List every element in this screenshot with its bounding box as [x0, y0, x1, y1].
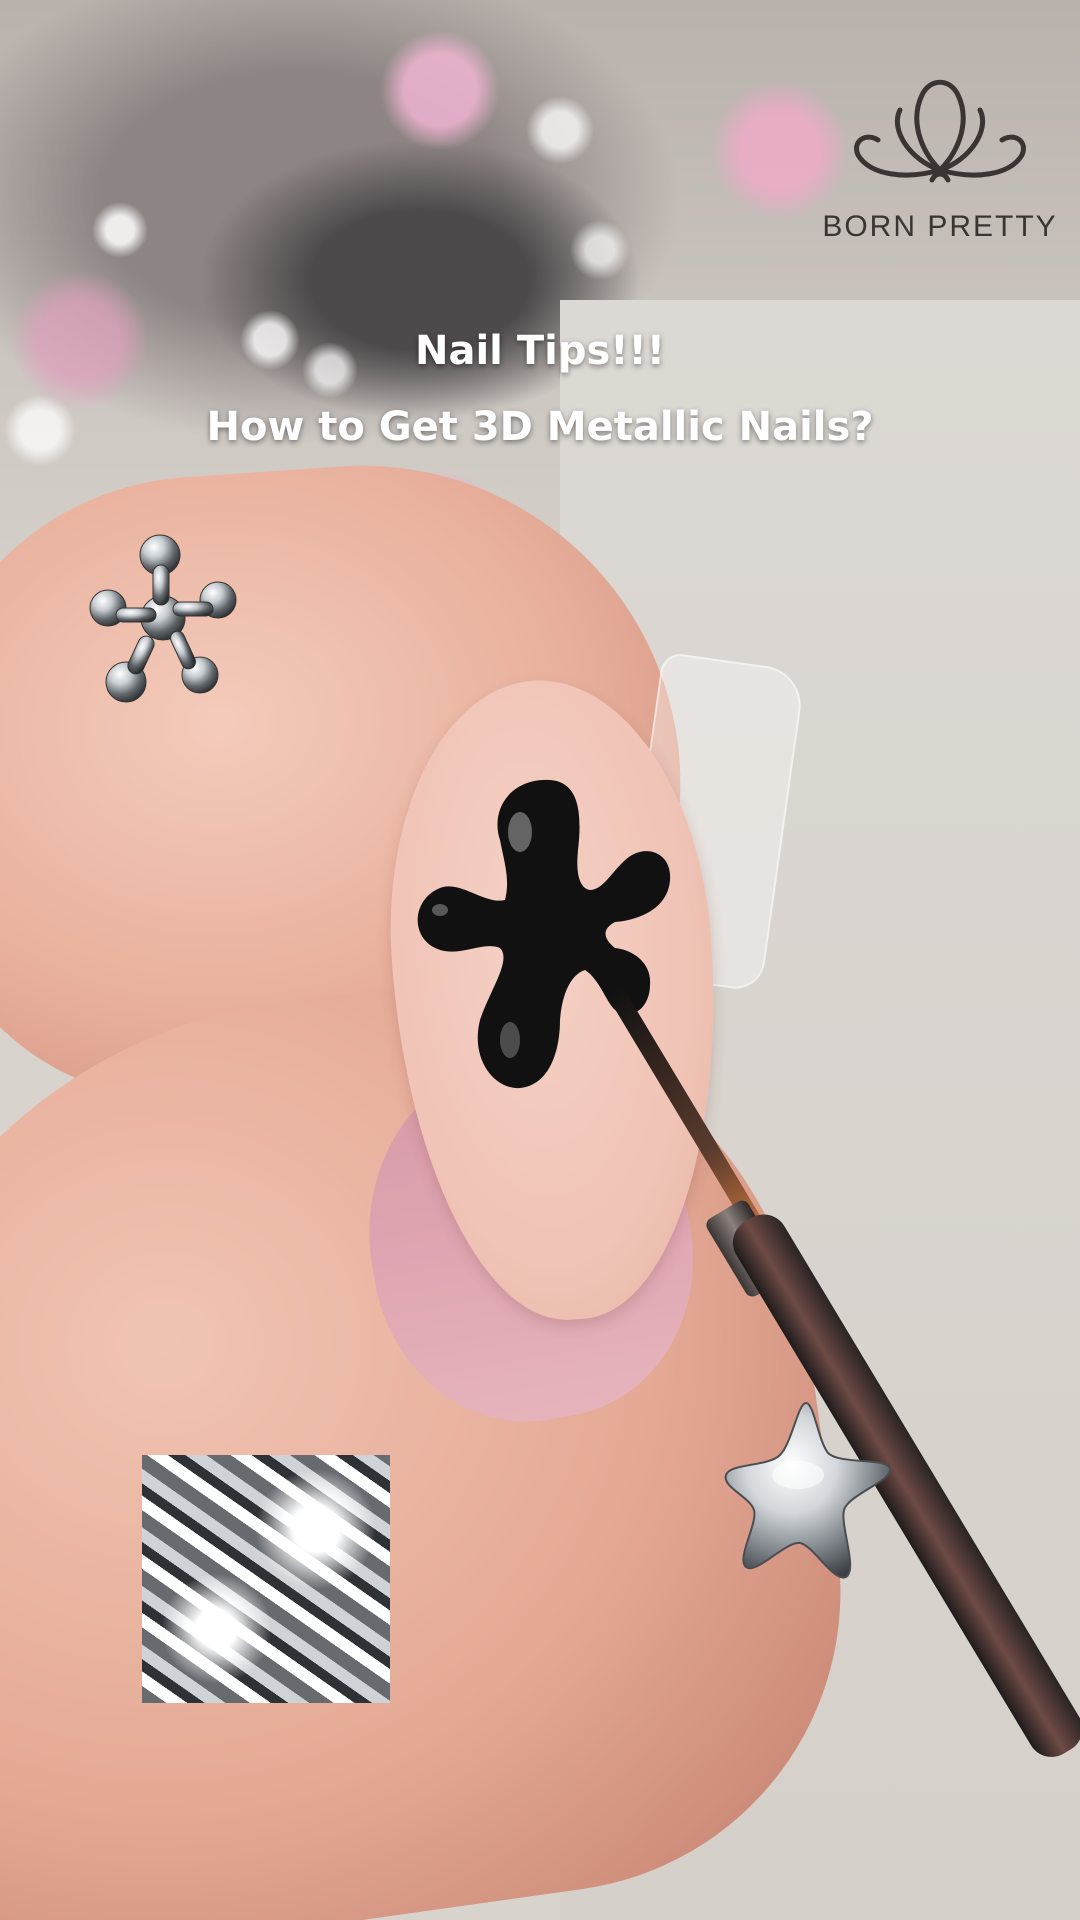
photo-scene: BORN PRETTY Nail Tips!!! How to Get 3D M… [0, 0, 1080, 1920]
chrome-swirl-icon [142, 1455, 390, 1703]
caption-subtitle: How to Get 3D Metallic Nails? [206, 404, 874, 450]
caption-title: Nail Tips!!! [415, 328, 665, 374]
metallic-flower-icon [89, 534, 237, 703]
metallic-star-icon [724, 1401, 891, 1579]
lotus-logo-icon [854, 79, 1026, 183]
black-gel-splat [417, 779, 671, 1089]
brand-name: BORN PRETTY [822, 210, 1058, 243]
brand-logo: BORN PRETTY [820, 60, 1060, 260]
